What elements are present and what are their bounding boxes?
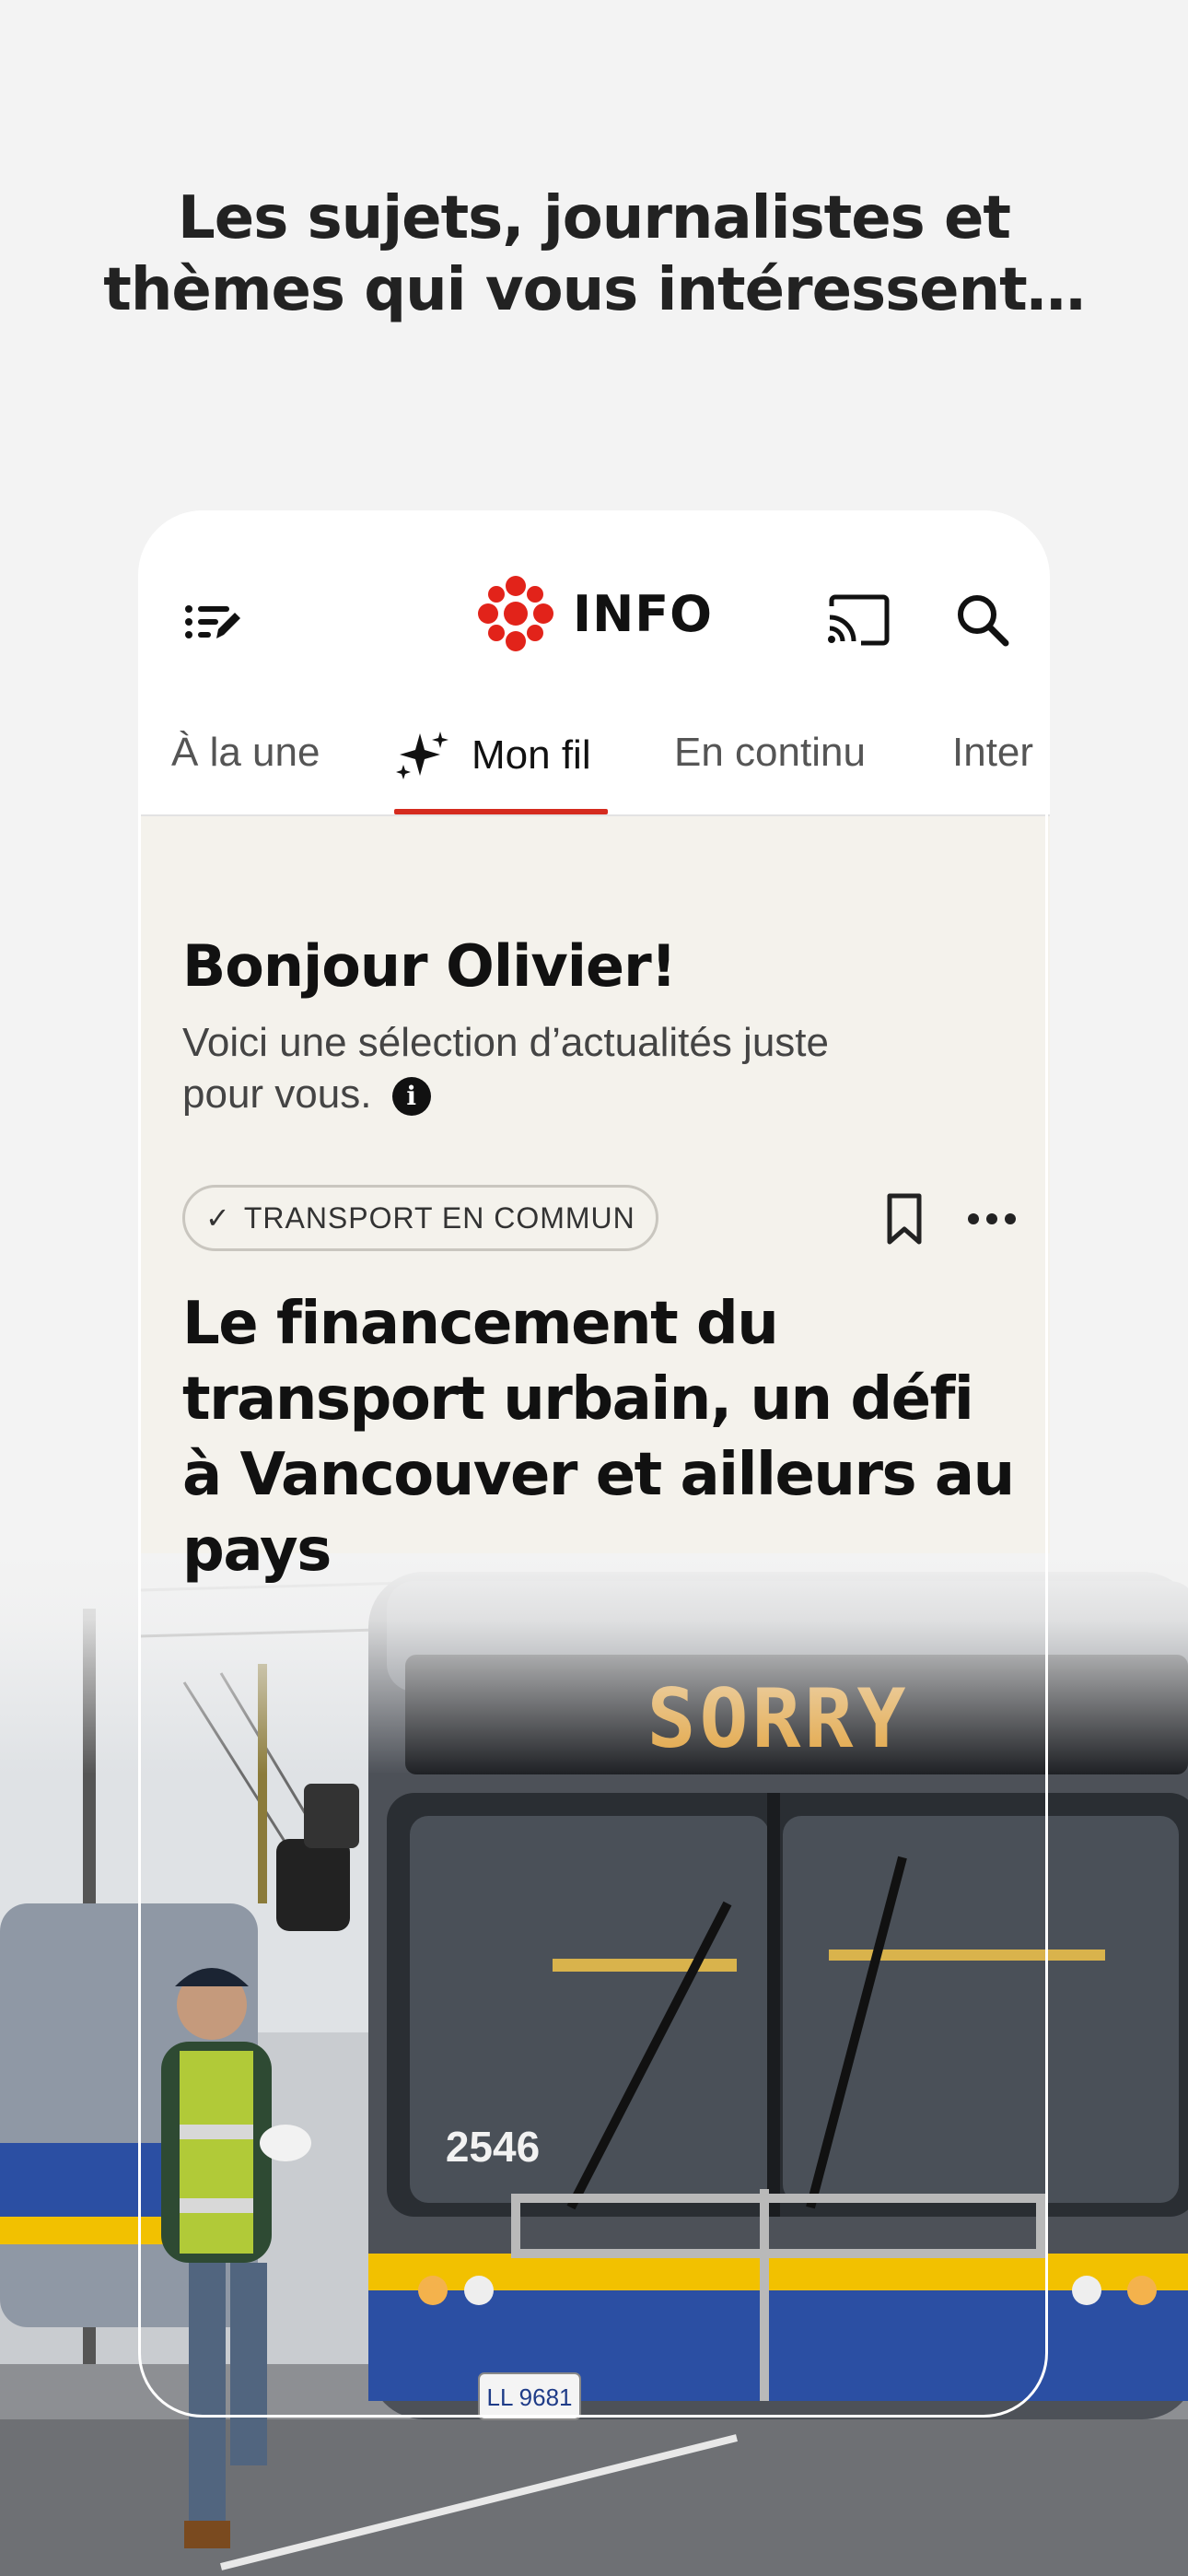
topic-tag[interactable]: ✓ TRANSPORT EN COMMUN <box>182 1185 658 1251</box>
app-brand[interactable]: INFO <box>477 575 713 652</box>
sparkle-icon <box>396 732 448 779</box>
tab-mon-fil[interactable]: Mon fil <box>394 730 591 781</box>
radio-canada-logo-icon <box>478 576 553 651</box>
promo-title-line1: Les sujets, journalistes et <box>178 184 1011 252</box>
promo-title-line2: thèmes qui vous intéressent… <box>103 256 1085 324</box>
brand-label: INFO <box>573 584 714 643</box>
greeting-subtitle-text: Voici une sélection d’actualités juste p… <box>182 1020 829 1117</box>
cast-icon[interactable] <box>821 588 895 652</box>
greeting-title: Bonjour Olivier! <box>182 932 677 1000</box>
article-headline[interactable]: Le financement du transport urbain, un d… <box>182 1286 1030 1588</box>
search-icon[interactable] <box>950 588 1015 652</box>
tab-mon-fil-label: Mon fil <box>472 732 591 778</box>
check-icon: ✓ <box>205 1201 231 1235</box>
more-options-icon[interactable] <box>960 1194 1024 1244</box>
topic-tag-label: TRANSPORT EN COMMUN <box>243 1200 635 1235</box>
promo-title: Les sujets, journalistes et thèmes qui v… <box>0 182 1188 326</box>
tab-a-la-une[interactable]: À la une <box>171 730 320 776</box>
menu-edit-icon[interactable] <box>181 590 245 654</box>
app-header: INFO À la une Mon fil En continu Inter <box>140 512 1050 816</box>
greeting-subtitle: Voici une sélection d’actualités juste p… <box>182 1017 919 1120</box>
phone-mockup: INFO À la une Mon fil En continu Inter B… <box>140 512 1050 2419</box>
info-icon[interactable]: i <box>391 1077 431 1117</box>
tab-en-continu[interactable]: En continu <box>674 730 866 776</box>
tab-international[interactable]: Inter <box>952 730 1033 776</box>
bookmark-icon[interactable] <box>877 1185 932 1253</box>
